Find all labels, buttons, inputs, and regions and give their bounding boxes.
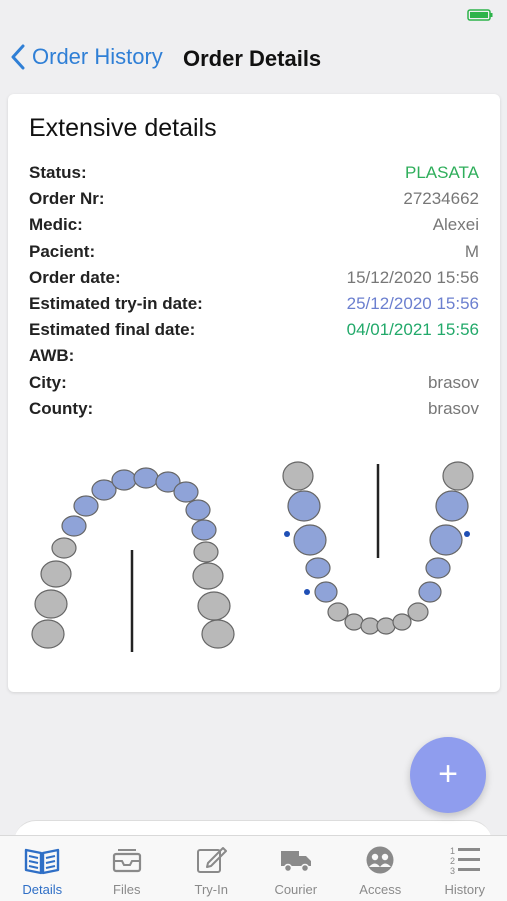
tooth[interactable] bbox=[436, 491, 468, 521]
row-tryin-date: Estimated try-in date: 25/12/2020 15:56 bbox=[29, 291, 479, 317]
svg-text:1: 1 bbox=[450, 846, 455, 856]
card-title: Extensive details bbox=[29, 114, 217, 143]
tooth[interactable] bbox=[194, 542, 218, 562]
marker-dot bbox=[284, 531, 290, 537]
county-label: County: bbox=[29, 396, 93, 422]
tooth[interactable] bbox=[174, 482, 198, 502]
dental-chart bbox=[8, 454, 500, 664]
medic-label: Medic: bbox=[29, 212, 83, 238]
tooth[interactable] bbox=[41, 561, 71, 587]
tab-files[interactable]: Files bbox=[85, 836, 170, 901]
truck-icon bbox=[279, 847, 313, 873]
nav-header: Order History Order Details bbox=[0, 30, 507, 85]
tooth[interactable] bbox=[32, 620, 64, 648]
tab-label: Details bbox=[0, 882, 85, 897]
tab-label: Try-In bbox=[169, 882, 254, 897]
tooth[interactable] bbox=[430, 525, 462, 555]
tooth[interactable] bbox=[202, 620, 234, 648]
tooth[interactable] bbox=[192, 520, 216, 540]
tab-access[interactable]: Access bbox=[338, 836, 423, 901]
awb-label: AWB: bbox=[29, 343, 74, 369]
tooth[interactable] bbox=[315, 582, 337, 602]
row-medic: Medic: Alexei bbox=[29, 212, 479, 238]
svg-text:3: 3 bbox=[450, 866, 455, 876]
tooth[interactable] bbox=[443, 462, 473, 490]
order-nr-label: Order Nr: bbox=[29, 186, 105, 212]
tooth[interactable] bbox=[426, 558, 450, 578]
tab-bar: Details Files Try-In Couri bbox=[0, 835, 507, 901]
row-city: City: brasov bbox=[29, 370, 479, 396]
group-icon bbox=[365, 845, 395, 875]
edit-icon bbox=[195, 844, 227, 876]
list-icon: 1 2 3 bbox=[449, 844, 481, 876]
tooth[interactable] bbox=[288, 491, 320, 521]
row-status: Status: PLASATA bbox=[29, 160, 479, 186]
tooth[interactable] bbox=[186, 500, 210, 520]
book-icon bbox=[24, 845, 60, 875]
tooth[interactable] bbox=[419, 582, 441, 602]
tab-details[interactable]: Details bbox=[0, 836, 85, 901]
tooth[interactable] bbox=[408, 603, 428, 621]
chevron-left-icon bbox=[10, 44, 26, 70]
tooth[interactable] bbox=[112, 470, 136, 490]
order-date-label: Order date: bbox=[29, 265, 121, 291]
city-label: City: bbox=[29, 370, 67, 396]
row-final-date: Estimated final date: 04/01/2021 15:56 bbox=[29, 317, 479, 343]
tooth[interactable] bbox=[294, 525, 326, 555]
tooth[interactable] bbox=[306, 558, 330, 578]
row-order-date: Order date: 15/12/2020 15:56 bbox=[29, 265, 479, 291]
back-button[interactable]: Order History bbox=[10, 42, 163, 72]
battery-icon bbox=[467, 9, 493, 21]
details-list: Status: PLASATA Order Nr: 27234662 Medic: A… bbox=[29, 160, 479, 422]
tab-courier[interactable]: Courier bbox=[254, 836, 339, 901]
tryin-date-label: Estimated try-in date: bbox=[29, 291, 203, 317]
row-awb: AWB: bbox=[29, 343, 479, 369]
tooth[interactable] bbox=[328, 603, 348, 621]
order-nr-value: 27234662 bbox=[403, 186, 479, 212]
pacient-value: M bbox=[465, 239, 479, 265]
svg-text:2: 2 bbox=[450, 856, 455, 866]
row-order-nr: Order Nr: 27234662 bbox=[29, 186, 479, 212]
tooth[interactable] bbox=[345, 614, 363, 630]
row-county: County: brasov bbox=[29, 396, 479, 422]
tooth[interactable] bbox=[193, 563, 223, 589]
order-date-value: 15/12/2020 15:56 bbox=[347, 265, 479, 291]
add-button[interactable]: + bbox=[410, 737, 486, 813]
final-date-value: 04/01/2021 15:56 bbox=[347, 317, 479, 343]
tab-try-in[interactable]: Try-In bbox=[169, 836, 254, 901]
tab-label: Access bbox=[338, 882, 423, 897]
marker-dot bbox=[304, 589, 310, 595]
marker-dot bbox=[464, 531, 470, 537]
tooth[interactable] bbox=[134, 468, 158, 488]
tooth[interactable] bbox=[62, 516, 86, 536]
tooth[interactable] bbox=[74, 496, 98, 516]
county-value: brasov bbox=[428, 396, 479, 422]
back-label: Order History bbox=[32, 44, 163, 70]
tooth[interactable] bbox=[393, 614, 411, 630]
final-date-label: Estimated final date: bbox=[29, 317, 195, 343]
tooth[interactable] bbox=[283, 462, 313, 490]
medic-value: Alexei bbox=[433, 212, 479, 238]
tooth[interactable] bbox=[361, 618, 379, 634]
tooth[interactable] bbox=[377, 618, 395, 634]
status-value: PLASATA bbox=[405, 160, 479, 186]
tab-label: History bbox=[423, 882, 507, 897]
status-bar bbox=[0, 0, 507, 30]
tab-label: Courier bbox=[254, 882, 339, 897]
tray-icon bbox=[111, 846, 143, 874]
tab-history[interactable]: 1 2 3 History bbox=[423, 836, 507, 901]
tooth[interactable] bbox=[35, 590, 67, 618]
tooth[interactable] bbox=[52, 538, 76, 558]
tab-label: Files bbox=[85, 882, 170, 897]
details-card: Extensive details Status: PLASATA Order N… bbox=[8, 94, 500, 692]
tooth[interactable] bbox=[198, 592, 230, 620]
status-label: Status: bbox=[29, 160, 87, 186]
row-pacient: Pacient: M bbox=[29, 239, 479, 265]
pacient-label: Pacient: bbox=[29, 239, 95, 265]
page-title: Order Details bbox=[183, 46, 321, 72]
tryin-date-value: 25/12/2020 15:56 bbox=[347, 291, 479, 317]
city-value: brasov bbox=[428, 370, 479, 396]
